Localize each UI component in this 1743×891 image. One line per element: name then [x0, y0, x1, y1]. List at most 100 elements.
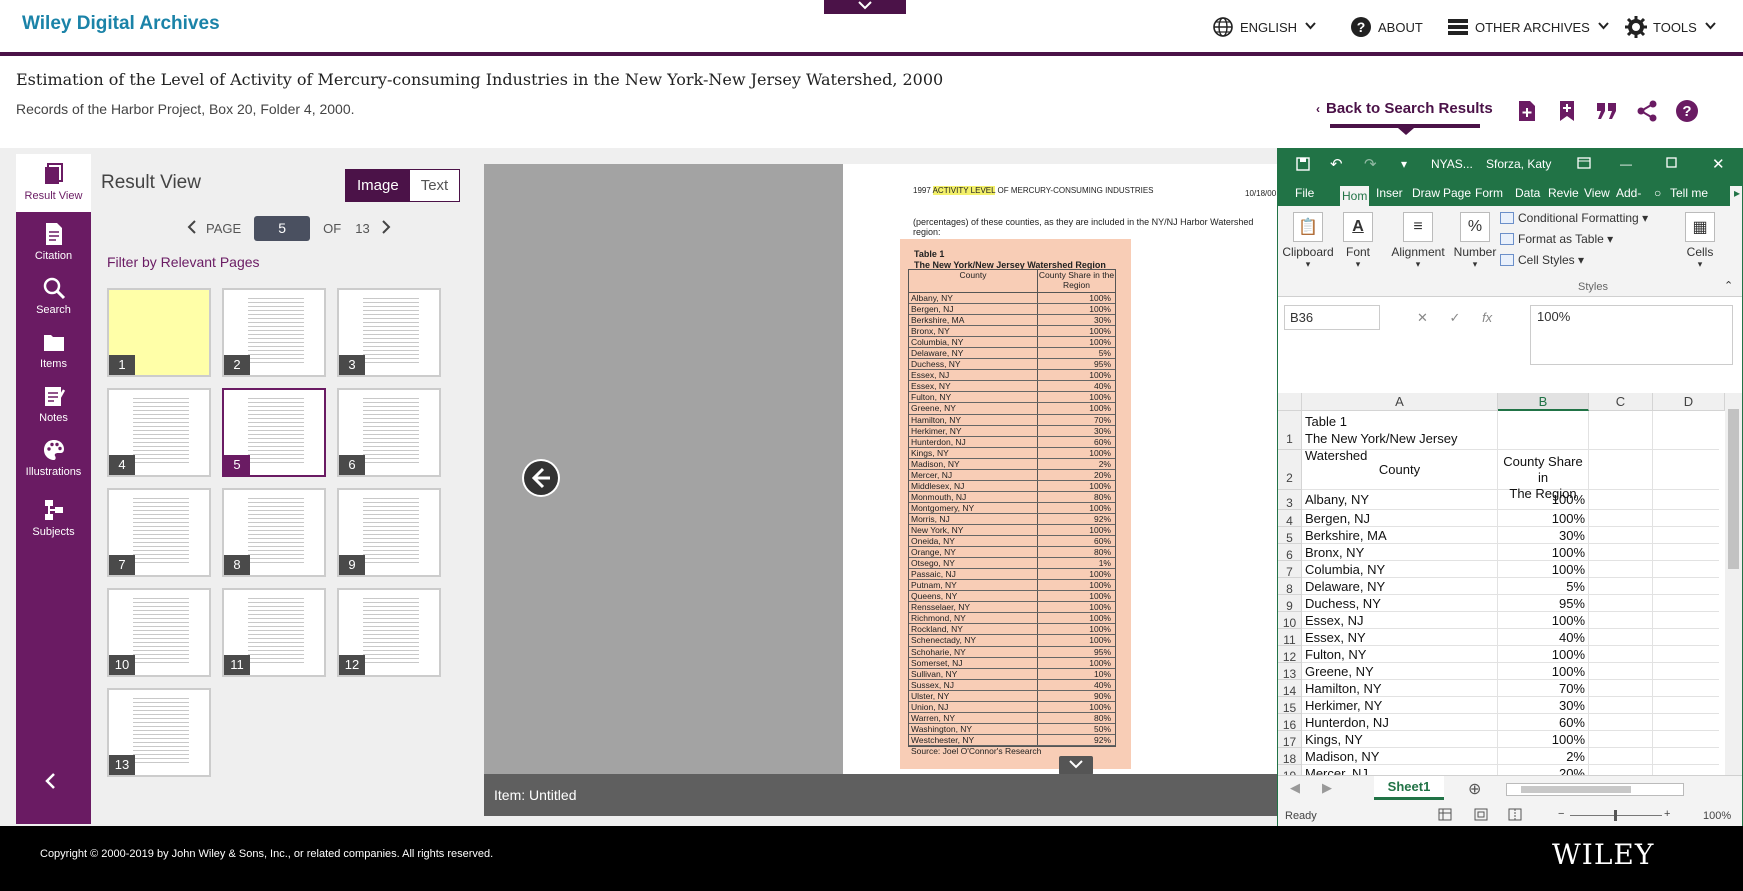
cell-county[interactable]: Duchess, NY — [1302, 595, 1498, 612]
maximize-icon[interactable] — [1666, 157, 1677, 171]
cell-county[interactable]: Fulton, NY — [1302, 646, 1498, 663]
cell-styles-button[interactable]: Cell Styles ▾ — [1500, 253, 1584, 267]
cell-county[interactable]: Essex, NJ — [1302, 612, 1498, 629]
sheet-next-icon[interactable]: ▶ — [1322, 780, 1332, 796]
row-header[interactable]: 17 — [1278, 731, 1302, 749]
cell-share[interactable]: 100% — [1498, 490, 1589, 510]
row-header[interactable]: 7 — [1278, 561, 1302, 579]
zoom-slider-thumb[interactable] — [1614, 810, 1617, 821]
cell-d2[interactable] — [1653, 450, 1719, 490]
rail-result-view[interactable]: Result View — [16, 154, 91, 212]
zoom-out-icon[interactable]: − — [1558, 808, 1564, 820]
cell-d1[interactable] — [1653, 411, 1719, 450]
confirm-entry-icon[interactable]: ✓ — [1450, 310, 1461, 325]
cell-empty[interactable] — [1653, 731, 1719, 748]
cell-empty[interactable] — [1589, 578, 1653, 595]
rail-items[interactable]: Items — [16, 322, 91, 380]
page-number-input[interactable]: 5 — [254, 216, 311, 241]
column-header-a[interactable]: A — [1302, 393, 1498, 411]
cell-empty[interactable] — [1589, 527, 1653, 544]
rail-search[interactable]: Search — [16, 268, 91, 326]
row-header[interactable]: 12 — [1278, 646, 1302, 664]
cell-empty[interactable] — [1589, 680, 1653, 697]
bookmark-add-icon[interactable] — [1554, 98, 1579, 123]
zoom-in-icon[interactable]: + — [1664, 808, 1670, 820]
cell-share[interactable]: 100% — [1498, 544, 1589, 561]
cell-empty[interactable] — [1589, 490, 1653, 510]
cell-county[interactable]: Madison, NY — [1302, 748, 1498, 765]
tell-me-search[interactable]: Tell me — [1670, 186, 1708, 200]
cell-county[interactable]: Berkshire, MA — [1302, 527, 1498, 544]
format-as-table-button[interactable]: Format as Table ▾ — [1500, 232, 1613, 246]
scroll-down-chevron-icon[interactable] — [1059, 756, 1093, 775]
cell-share[interactable]: 100% — [1498, 646, 1589, 663]
page-layout-view-icon[interactable] — [1474, 808, 1488, 824]
next-page-chevron-icon[interactable] — [381, 220, 391, 237]
redo-icon[interactable]: ↷ — [1364, 155, 1377, 173]
cell-county[interactable]: Herkimer, NY — [1302, 697, 1498, 714]
sheet-prev-icon[interactable]: ◀ — [1290, 780, 1300, 796]
brand-logo[interactable]: Wiley Digital Archives — [22, 13, 220, 35]
conditional-formatting-button[interactable]: Conditional Formatting ▾ — [1500, 211, 1648, 225]
cancel-entry-icon[interactable]: ✕ — [1417, 310, 1428, 325]
column-header-d[interactable]: D — [1653, 393, 1725, 411]
page-thumbnail[interactable]: 7 — [107, 488, 211, 577]
cell-c1[interactable] — [1589, 411, 1653, 450]
other-archives-menu[interactable]: OTHER ARCHIVES — [1447, 16, 1609, 38]
page-thumbnail[interactable]: 4 — [107, 388, 211, 477]
cell-county[interactable]: Bronx, NY — [1302, 544, 1498, 561]
tab-page[interactable]: Page — [1443, 186, 1471, 200]
cell-share[interactable]: 100% — [1498, 561, 1589, 578]
tab-file[interactable]: File — [1295, 186, 1314, 200]
cell-county[interactable]: Essex, NY — [1302, 629, 1498, 646]
insert-function-icon[interactable]: fx — [1482, 310, 1492, 325]
tab-view[interactable]: View — [1584, 186, 1610, 200]
cell-empty[interactable] — [1653, 629, 1719, 646]
cell-a1[interactable]: Table 1 The New York/New Jersey Watershed — [1302, 411, 1498, 463]
filter-relevant-pages-link[interactable]: Filter by Relevant Pages — [107, 254, 260, 270]
cell-county[interactable]: Bergen, NJ — [1302, 510, 1498, 527]
cell-empty[interactable] — [1653, 578, 1719, 595]
page-thumbnail[interactable]: 8 — [222, 488, 326, 577]
row-header[interactable]: 15 — [1278, 697, 1302, 715]
tools-menu[interactable]: TOOLS — [1625, 16, 1716, 38]
page-thumbnail[interactable]: 1 — [107, 288, 211, 377]
cell-empty[interactable] — [1589, 629, 1653, 646]
cell-county[interactable]: Albany, NY — [1302, 490, 1498, 510]
tab-home[interactable]: Hom — [1340, 186, 1370, 206]
share-icon[interactable] — [1634, 98, 1659, 123]
text-mode-button[interactable]: Text — [409, 170, 460, 201]
column-header-b[interactable]: B — [1498, 393, 1589, 411]
cell-share[interactable]: 100% — [1498, 510, 1589, 527]
page-thumbnail[interactable]: 12 — [337, 588, 441, 677]
undo-icon[interactable]: ↶ — [1330, 155, 1343, 173]
cell-county[interactable]: Hamilton, NY — [1302, 680, 1498, 697]
page-thumbnail[interactable]: 2 — [222, 288, 326, 377]
rail-collapse-chevron-icon[interactable] — [44, 772, 56, 795]
prev-page-chevron-icon[interactable] — [187, 220, 196, 237]
save-icon[interactable] — [1296, 157, 1310, 174]
row-header[interactable]: 1 — [1278, 411, 1302, 450]
row-header[interactable]: 11 — [1278, 629, 1302, 647]
image-mode-button[interactable]: Image — [346, 170, 410, 201]
wiley-logo[interactable]: WILEY — [1552, 838, 1654, 871]
cell-c2[interactable] — [1589, 450, 1653, 490]
cell-empty[interactable] — [1653, 544, 1719, 561]
row-header[interactable]: 10 — [1278, 612, 1302, 630]
vertical-scrollbar[interactable] — [1725, 393, 1742, 775]
ribbon-scroll-right-icon[interactable]: ▸ — [1730, 186, 1742, 206]
cell-empty[interactable] — [1653, 561, 1719, 578]
cell-empty[interactable] — [1653, 697, 1719, 714]
cell-share[interactable]: 100% — [1498, 612, 1589, 629]
tab-insert[interactable]: Inser — [1376, 186, 1403, 200]
page-thumbnail[interactable]: 13 — [107, 688, 211, 777]
cell-share[interactable]: 95% — [1498, 595, 1589, 612]
scrollbar-thumb[interactable] — [1728, 409, 1739, 569]
about-link[interactable]: ? ABOUT — [1350, 16, 1423, 38]
rail-illustrations[interactable]: Illustrations — [16, 430, 91, 488]
close-icon[interactable]: ✕ — [1712, 155, 1725, 173]
minimize-icon[interactable]: — — [1620, 157, 1632, 171]
cell-share[interactable]: 100% — [1498, 663, 1589, 680]
page-thumbnail[interactable]: 5 — [222, 388, 326, 477]
cell-empty[interactable] — [1589, 663, 1653, 680]
